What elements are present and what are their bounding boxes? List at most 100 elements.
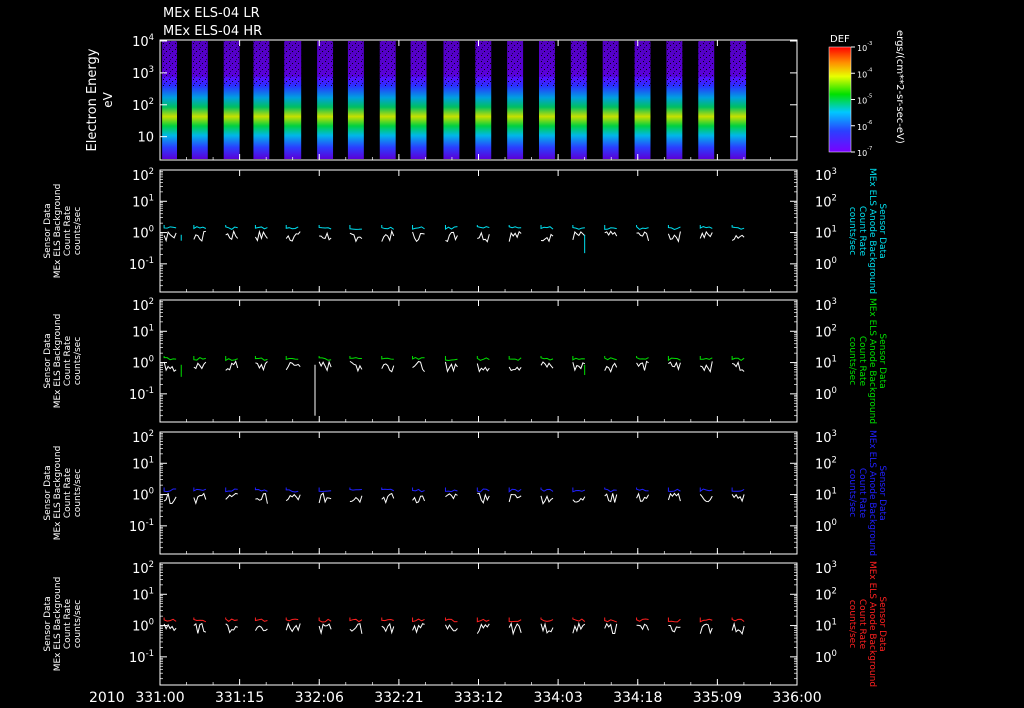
right-tick-label: 101	[815, 224, 837, 242]
colorbar-unit-label: ergs/(cm**2-sr-sec-eV)	[894, 30, 905, 144]
accent-trace	[349, 487, 362, 491]
left-tick-label: 10-1	[129, 385, 154, 403]
accent-trace	[193, 487, 207, 492]
count-rate-trace	[604, 493, 618, 503]
count-rate-trace	[700, 361, 713, 374]
count-rate-trace	[412, 623, 425, 634]
accent-trace	[193, 617, 207, 623]
count-rate-trace	[193, 361, 207, 370]
count-rate-trace	[444, 361, 458, 373]
colorbar-tick-label: 10-5	[857, 94, 872, 106]
colorbar-tick-label: 10-4	[857, 67, 873, 79]
right-axis-label: Sensor DataMEx ELS Anode BackgroundCount…	[847, 430, 887, 556]
count-rate-trace	[508, 493, 522, 503]
left-tick-label: 10-1	[129, 648, 154, 666]
accent-trace	[667, 487, 681, 492]
accent-trace	[699, 224, 713, 229]
left-tick-label: 101	[132, 322, 154, 340]
count-rate-trace	[254, 229, 268, 242]
left-tick-label: 102	[132, 296, 154, 314]
accent-trace	[318, 224, 332, 230]
accent-trace	[731, 356, 745, 361]
accent-trace	[412, 617, 425, 623]
spectrogram-interval	[698, 41, 715, 159]
accent-trace	[540, 224, 554, 230]
count-rate-trace	[381, 229, 395, 242]
count-rate-trace	[254, 625, 268, 632]
spectrogram-interval	[223, 41, 240, 159]
colorbar-tick-label: 10-3	[857, 41, 872, 53]
panel-frame	[159, 299, 798, 423]
accent-trace	[225, 224, 238, 230]
spectrogram-interval	[284, 41, 302, 159]
left-tick-label: 101	[132, 454, 154, 472]
count-rate-trace	[508, 366, 522, 372]
accent-trace	[476, 617, 490, 623]
right-axis-label: Sensor DataMEx ELS Anode BackgroundCount…	[847, 298, 887, 424]
count-rate-trace	[636, 623, 650, 631]
accent-trace	[604, 356, 617, 361]
spectrogram-y-tick-label: 102	[132, 96, 154, 114]
count-rate-trace	[318, 492, 332, 504]
spectrogram-y-tick-label: 104	[132, 32, 154, 50]
spectrogram-y-tick-label: 10	[137, 131, 154, 146]
accent-trace	[318, 356, 332, 361]
count-rate-trace	[349, 623, 363, 634]
x-tick-label: 334:18	[613, 690, 662, 706]
spectrogram-y-tick-label: 103	[132, 64, 154, 82]
right-tick-label: 100	[815, 255, 837, 273]
spectrogram-interval	[570, 41, 587, 159]
spectrogram-interval	[443, 41, 460, 159]
count-rate-trace	[731, 621, 745, 635]
count-rate-trace	[319, 231, 332, 241]
accent-trace	[412, 487, 425, 493]
count-rate-trace	[412, 360, 425, 372]
accent-trace	[604, 617, 617, 623]
accent-trace	[572, 356, 585, 361]
accent-trace	[318, 617, 332, 623]
count-rate-trace	[193, 622, 207, 634]
count-rate-trace	[225, 229, 239, 241]
left-tick-label: 102	[132, 559, 154, 577]
spectrogram-interval	[162, 41, 177, 159]
accent-trace	[381, 617, 394, 622]
count-rate-trace	[193, 492, 207, 505]
accent-trace	[540, 617, 554, 622]
count-rate-trace	[285, 361, 301, 371]
left-tick-label: 101	[132, 192, 154, 210]
accent-trace	[254, 356, 268, 361]
count-rate-trace	[540, 622, 554, 634]
spectrogram-interval	[539, 41, 555, 159]
count-rate-trace	[572, 362, 586, 372]
accent-trace	[381, 356, 394, 360]
count-rate-trace	[285, 493, 301, 502]
x-tick-label: 332:06	[295, 690, 344, 706]
count-rate-trace	[163, 361, 177, 372]
accent-trace	[572, 224, 585, 230]
left-tick-label: 101	[132, 585, 154, 603]
colorbar-ticks: 10-3 10-4 10-5 10-6 10-7	[851, 41, 873, 158]
right-tick-label: 102	[815, 454, 837, 472]
spectrogram-interval	[347, 41, 364, 159]
count-rate-panel: 102 101 100 10-1 103 102 101 100 Sensor DataMEx …	[43, 296, 887, 424]
left-axis-label: Sensor DataMEx ELS BackgroundCount Ratec…	[43, 446, 83, 541]
accent-trace	[667, 356, 681, 362]
panel-frame	[159, 169, 798, 293]
count-rate-trace	[477, 231, 490, 243]
panel-frame	[159, 562, 798, 686]
count-rate-trace	[445, 231, 458, 243]
count-rate-trace	[412, 231, 425, 243]
spectrogram-interval	[317, 41, 334, 159]
left-tick-label: 100	[132, 354, 154, 372]
count-rate-trace	[163, 231, 177, 243]
left-tick-label: 100	[132, 486, 154, 504]
x-tick-label: 331:00	[135, 690, 184, 706]
right-tick-label: 102	[815, 585, 837, 603]
left-axis-label: Sensor DataMEx ELS BackgroundCount Ratec…	[43, 314, 83, 409]
accent-trace	[381, 224, 395, 230]
left-tick-label: 10-1	[129, 255, 154, 273]
accent-trace	[444, 356, 458, 361]
spectrogram-interval	[602, 41, 619, 159]
right-tick-label: 101	[815, 486, 837, 504]
x-tick-label: 332:21	[374, 690, 423, 706]
